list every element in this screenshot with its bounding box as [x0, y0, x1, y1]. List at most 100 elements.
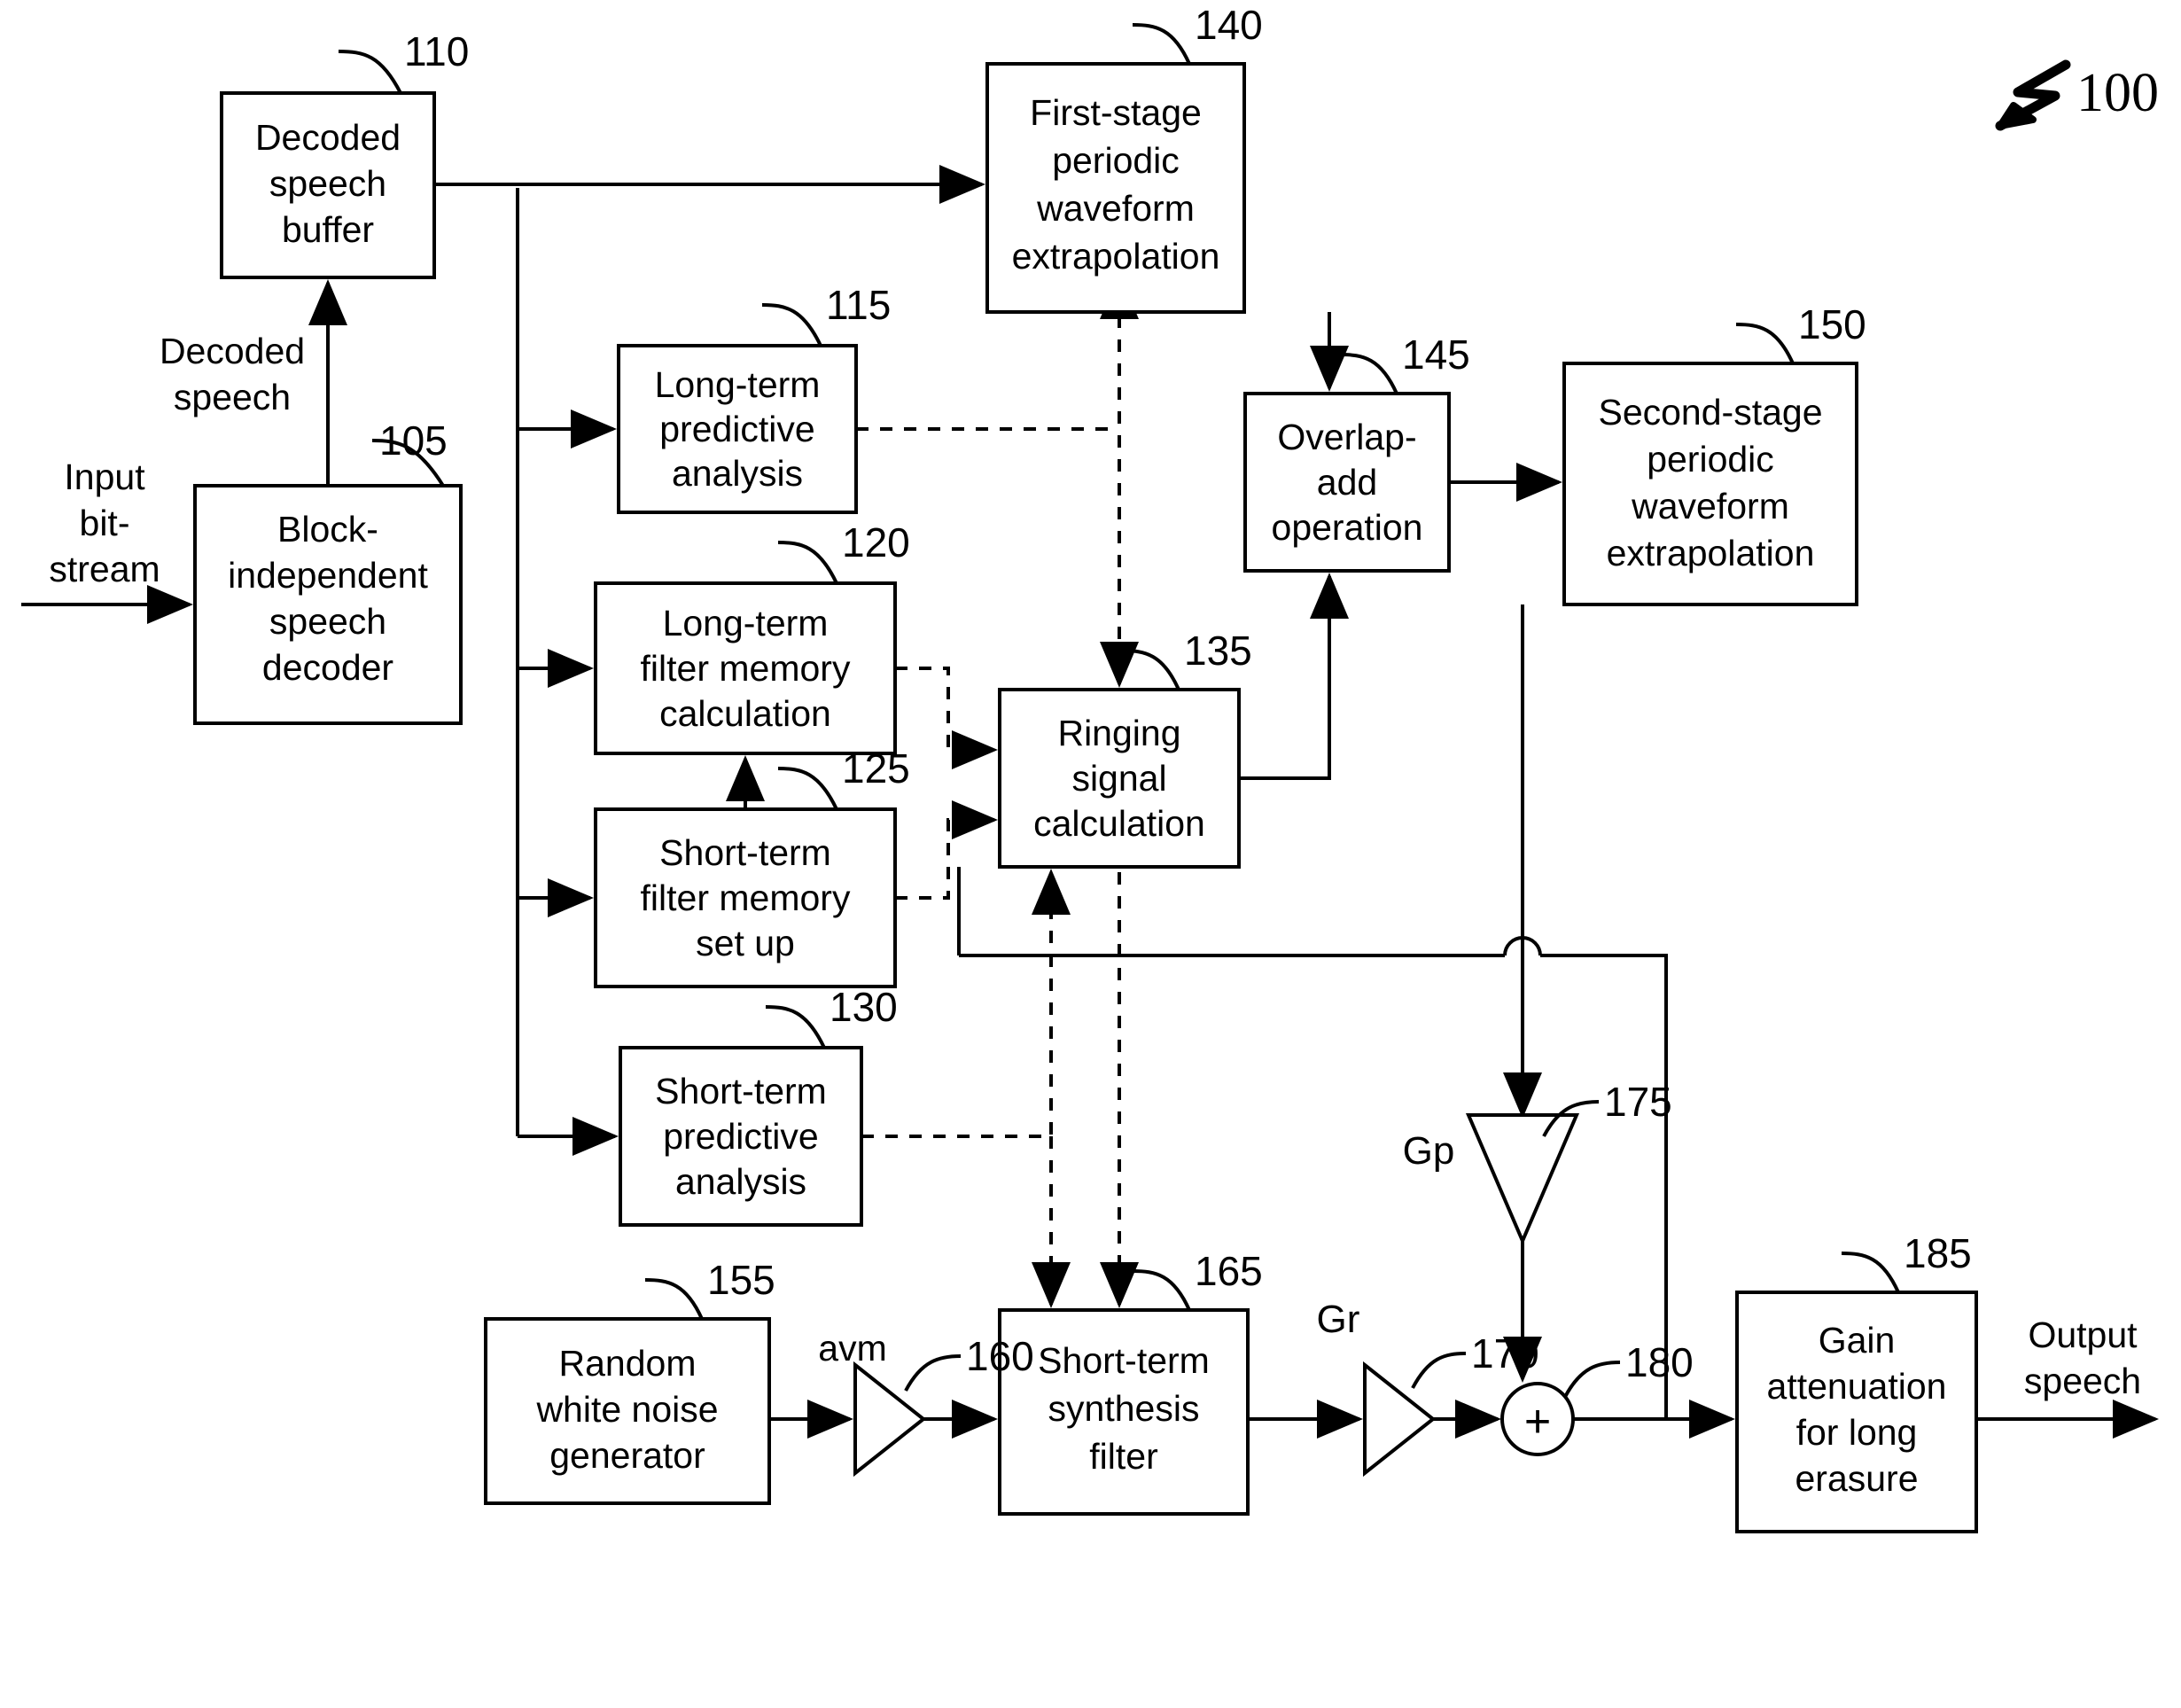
ref-number-120: 120: [842, 519, 910, 565]
block-long-term-filter-memory-calculation[interactable]: Long-term filter memory calculation: [594, 581, 897, 755]
block-145-line-0: Overlap-: [1277, 417, 1416, 457]
block-125-line-2: set up: [696, 923, 795, 963]
ref-number-175: 175: [1604, 1079, 1672, 1125]
ref-number-115: 115: [826, 282, 891, 328]
amplifier-gp[interactable]: [1465, 1113, 1580, 1246]
wire-lt-filter-mem-to-ringing: [895, 667, 998, 769]
label-input-line-0: Input: [64, 456, 145, 497]
block-gain-attenuation-for-long-erasure[interactable]: Gain attenuation for long erasure: [1735, 1291, 1978, 1533]
block-105-line-2: speech: [269, 601, 386, 642]
ref-number-130: 130: [830, 984, 898, 1030]
block-second-stage-periodic-waveform-extrapolation[interactable]: Second-stage periodic waveform extrapola…: [1562, 362, 1858, 606]
leader-line-120: [777, 541, 838, 584]
patent-figure: Block- independent speech decoder 105 De…: [0, 0, 2181, 1708]
figure-number-100: 100: [2076, 63, 2159, 123]
ref-number-165: 165: [1195, 1248, 1263, 1294]
ref-number-155: 155: [707, 1257, 775, 1303]
leader-line-165: [1132, 1269, 1191, 1311]
ref-number-125: 125: [842, 745, 910, 792]
block-145-line-2: operation: [1272, 507, 1423, 548]
block-155-line-0: Random: [559, 1343, 697, 1384]
block-125-line-1: filter memory: [641, 877, 851, 918]
ref-number-145: 145: [1402, 331, 1470, 378]
block-130-line-0: Short-term: [655, 1071, 827, 1111]
block-ringing-signal-calculation[interactable]: Ringing signal calculation: [998, 688, 1241, 869]
block-115-line-0: Long-term: [655, 364, 821, 405]
block-first-stage-periodic-waveform-extrapolation[interactable]: First-stage periodic waveform extrapolat…: [985, 62, 1246, 314]
wire-ringing-to-overlap-add: [1239, 573, 1349, 780]
block-105-line-1: independent: [228, 555, 428, 596]
label-input-line-2: stream: [49, 549, 160, 589]
block-short-term-synthesis-filter[interactable]: Short-term synthesis filter: [998, 1308, 1250, 1516]
block-125-line-0: Short-term: [659, 832, 831, 873]
block-150-line-1: periodic: [1647, 439, 1774, 480]
leader-line-170: [1411, 1352, 1467, 1389]
leader-line-180: [1563, 1361, 1621, 1398]
label-decoded-speech-line-0: Decoded: [160, 331, 305, 371]
block-185-line-0: Gain: [1819, 1320, 1896, 1361]
block-135-line-1: signal: [1071, 758, 1166, 799]
block-short-term-filter-memory-set-up[interactable]: Short-term filter memory set up: [594, 807, 897, 988]
block-random-white-noise-generator[interactable]: Random white noise generator: [484, 1317, 771, 1505]
block-150-line-0: Second-stage: [1598, 392, 1822, 433]
block-overlap-add-operation[interactable]: Overlap- add operation: [1243, 392, 1451, 573]
block-130-line-1: predictive: [663, 1116, 818, 1157]
block-135-line-2: calculation: [1033, 803, 1205, 844]
block-140-line-2: waveform: [1036, 188, 1195, 229]
ref-number-105: 105: [379, 417, 448, 464]
block-110-line-2: buffer: [282, 209, 374, 250]
leader-line-115: [761, 303, 822, 347]
block-105-line-0: Block-: [277, 509, 378, 550]
block-185-line-2: for long: [1796, 1412, 1918, 1453]
ref-number-110: 110: [404, 28, 469, 74]
block-115-line-1: predictive: [659, 409, 814, 449]
leader-line-125: [777, 767, 838, 810]
leader-line-135: [1121, 649, 1180, 690]
block-long-term-predictive-analysis[interactable]: Long-term predictive analysis: [617, 344, 858, 514]
block-105-line-3: decoder: [262, 647, 393, 688]
figure-reference-mark: 100: [1995, 59, 2159, 131]
label-output-line-1: speech: [2024, 1361, 2141, 1401]
ref-number-180: 180: [1625, 1339, 1694, 1385]
label-output-line-0: Output: [2028, 1314, 2138, 1355]
leader-line-150: [1735, 323, 1795, 364]
adder-plus-symbol: +: [1524, 1396, 1551, 1447]
block-150-line-3: extrapolation: [1607, 533, 1815, 573]
leader-line-145: [1339, 353, 1398, 394]
leader-line-185: [1841, 1252, 1900, 1293]
block-150-line-2: waveform: [1631, 486, 1789, 526]
block-140-line-0: First-stage: [1030, 92, 1202, 133]
block-140-line-1: periodic: [1052, 140, 1180, 181]
block-155-line-1: white noise: [535, 1389, 718, 1430]
block-110-line-1: speech: [269, 163, 386, 204]
ref-number-160: 160: [966, 1333, 1034, 1379]
block-165-line-2: filter: [1089, 1436, 1157, 1477]
block-165-line-0: Short-term: [1038, 1340, 1210, 1381]
leader-line-140: [1132, 23, 1191, 65]
ref-number-135: 135: [1184, 628, 1252, 674]
blocks-layer: Block- independent speech decoder 105 De…: [193, 2, 1978, 1533]
leader-line-155: [644, 1278, 704, 1320]
wire-st-filter-mem-to-ringing: [895, 800, 998, 900]
label-decoded-speech-line-1: speech: [174, 377, 291, 417]
block-185-line-1: attenuation: [1767, 1366, 1947, 1407]
adder-node[interactable]: +: [1500, 1382, 1575, 1456]
block-120-line-1: filter memory: [641, 648, 851, 689]
block-155-line-2: generator: [549, 1435, 705, 1476]
leader-line-160: [904, 1354, 962, 1392]
ref-number-150: 150: [1798, 301, 1866, 347]
block-145-line-1: add: [1317, 462, 1377, 503]
ref-number-140: 140: [1195, 2, 1263, 48]
label-avm: avm: [818, 1328, 886, 1369]
block-decoded-speech-buffer[interactable]: Decoded speech buffer: [220, 91, 436, 279]
block-185-line-3: erasure: [1795, 1458, 1918, 1499]
ref-number-170: 170: [1471, 1330, 1539, 1377]
leader-line-110: [338, 50, 402, 94]
ref-number-185: 185: [1904, 1230, 1972, 1276]
block-short-term-predictive-analysis[interactable]: Short-term predictive analysis: [619, 1046, 863, 1227]
label-input-line-1: bit-: [80, 503, 130, 543]
amplifier-gr[interactable]: [1363, 1361, 1437, 1478]
block-115-line-2: analysis: [672, 453, 803, 494]
block-block-independent-speech-decoder[interactable]: Block- independent speech decoder: [193, 484, 463, 725]
block-120-line-2: calculation: [659, 693, 831, 734]
